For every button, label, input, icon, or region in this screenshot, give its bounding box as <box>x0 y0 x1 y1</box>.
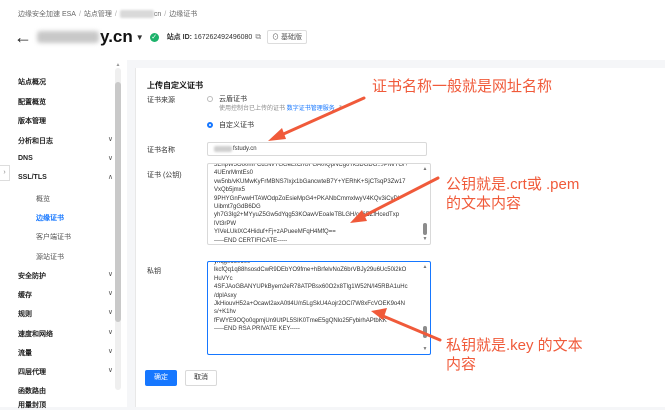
sidebar-item-dns[interactable]: DNS ∨ <box>18 155 113 162</box>
chevron-down-icon: ∨ <box>107 309 113 316</box>
radio-dot-selected[interactable] <box>207 122 213 128</box>
sidebar-item-label: SSL/TLS <box>18 174 47 181</box>
sidebar-item-function-routes[interactable]: 函数路由 <box>18 386 113 396</box>
breadcrumb-current: 边缘证书 <box>169 11 198 18</box>
private-key-text: yhqgeoo0600 lkcfQq1q88hsosdCwR9DEbYO9fme… <box>214 261 408 333</box>
top-header: 边缘安全加速 ESA / 站点管理 / cn / 边缘证书 ← y.cn ▼ ✓ 站点 ID… <box>0 0 665 60</box>
site-domain-suffix: y.cn <box>100 27 133 46</box>
sidebar-item-overview[interactable]: 站点概况 <box>18 77 113 87</box>
sidebar-item-label: 分析和日志 <box>18 138 53 145</box>
confirm-button[interactable]: 确定 <box>145 370 177 386</box>
certificate-name-input[interactable]: fstudy.cn <box>207 142 427 156</box>
blurred-site-domain <box>37 31 99 43</box>
breadcrumb: 边缘安全加速 ESA / 站点管理 / cn / 边缘证书 <box>18 10 198 19</box>
sidebar-item-label: 四层代理 <box>18 369 46 376</box>
certificate-source-hint: 使用控制台已上传的证书 数字证书管理服务 ↗ <box>219 103 342 112</box>
annotation-private-key-line2: 内容 <box>446 356 477 373</box>
chevron-up-icon: ∧ <box>107 174 113 181</box>
sidebar-item-label: 函数路由 <box>18 388 46 395</box>
chevron-down-icon: ∨ <box>107 271 113 278</box>
sidebar-item-label: 缓存 <box>18 292 32 299</box>
copy-icon[interactable]: ⧉ <box>255 32 261 42</box>
sidebar-item-traffic[interactable]: 流量 ∨ <box>18 348 113 358</box>
annotation-public-key-line1: 公钥就是.crt或 .pem <box>446 176 580 193</box>
sidebar-item-label: 规则 <box>18 311 32 318</box>
certificate-name-label: 证书名称 <box>147 147 175 154</box>
chevron-down-icon: ∨ <box>107 367 113 374</box>
sidebar-subitem-client-certificates[interactable]: 客户端证书 <box>36 232 71 242</box>
sidebar-item-label: 站点概况 <box>18 79 46 86</box>
breadcrumb-site-management[interactable]: 站点管理 <box>84 11 112 18</box>
sidebar-item-config-overview[interactable]: 配置概览 <box>18 97 113 107</box>
sidebar-item-usage-cap[interactable]: 用量封顶 <box>18 400 113 410</box>
section-title: 上传自定义证书 <box>147 81 203 90</box>
annotation-public-key-line2: 的文本内容 <box>446 195 522 212</box>
site-id-label: 站点 ID: <box>166 34 192 41</box>
sidebar-item-speed-network[interactable]: 速度和网络 ∨ <box>18 329 113 339</box>
textarea-scrollbar[interactable]: ▲ ▼ <box>422 166 428 242</box>
site-title-row: ← y.cn ▼ ✓ 站点 ID: 167262492496080 ⧉ ⊙ 基础… <box>14 27 307 47</box>
sidebar-item-label: 安全防护 <box>18 273 46 280</box>
certificate-public-key-label: 证书 (公钥) <box>147 172 182 179</box>
sidebar-item-label: 版本管理 <box>18 118 46 125</box>
sidebar-scroll-thumb[interactable] <box>115 82 121 322</box>
chevron-down-icon: ∨ <box>107 348 113 355</box>
sidebar-subitem-origin-certificates[interactable]: 源站证书 <box>36 252 64 262</box>
scroll-thumb[interactable] <box>423 326 427 338</box>
sidebar-item-analytics[interactable]: 分析和日志 ∨ <box>18 136 113 146</box>
annotation-private-key-line1: 私钥就是.key 的文本 <box>446 337 583 354</box>
sidebar-item-label: 配置概览 <box>18 99 46 106</box>
chevron-down-icon: ∨ <box>107 329 113 336</box>
site-id-value: 167262492496080 <box>193 34 253 41</box>
sidebar-item-label: DNS <box>18 155 33 162</box>
certificate-public-key-textarea[interactable]: 5EnpW5Oo0mFCdSWYGGeEtCnUFGA0fQpNCg6Tk5DG… <box>207 163 431 245</box>
certificate-text: 5EnpW5Oo0mFCdSWYGGeEtCnUFGA0fQpNCg6Tk5DG… <box>214 163 409 244</box>
annotation-certificate-name: 证书名称一般就是网址名称 <box>372 78 553 95</box>
plan-badge: ⊙ 基础版 <box>267 30 307 44</box>
cert-management-link[interactable]: 数字证书管理服务 <box>287 106 335 112</box>
sidebar-item-cache[interactable]: 缓存 ∨ <box>18 290 113 300</box>
sidebar-subitem-edge-certificates[interactable]: 边缘证书 <box>36 213 64 223</box>
sidebar-item-ssl-tls[interactable]: SSL/TLS ∧ <box>18 174 113 181</box>
sidebar-collapse-toggle[interactable]: › <box>0 165 10 181</box>
hint-text: 使用控制台已上传的证书 <box>219 106 286 112</box>
scroll-thumb[interactable] <box>423 223 427 235</box>
sidebar-scrollbar[interactable]: ▲ <box>115 62 121 390</box>
private-key-label: 私钥 <box>147 268 161 275</box>
sidebar-item-label: 用量封顶 <box>18 402 46 409</box>
check-circle-icon: ✓ <box>149 32 159 42</box>
blurred-name-prefix <box>214 146 232 152</box>
plan-label: 基础版 <box>281 34 302 41</box>
sidebar-item-layer4-proxy[interactable]: 四层代理 ∨ <box>18 367 113 377</box>
sidebar-item-rules[interactable]: 规则 ∨ <box>18 309 113 319</box>
site-switch-dropdown-icon[interactable]: ▼ <box>136 33 144 42</box>
textarea-scrollbar[interactable]: ▲ ▼ <box>422 264 428 352</box>
arrow-left-icon[interactable]: ← <box>14 28 32 46</box>
cancel-button[interactable]: 取消 <box>185 370 217 386</box>
certificate-name-value: fstudy.cn <box>233 146 257 152</box>
certificate-source-label: 证书来源 <box>147 97 175 104</box>
radio-dot[interactable] <box>207 96 213 102</box>
chevron-down-icon: ∨ <box>107 136 113 143</box>
radio-custom-certificate-label: 自定义证书 <box>219 122 254 129</box>
sidebar-item-version[interactable]: 版本管理 <box>18 116 113 126</box>
external-link-icon[interactable]: ↗ <box>336 106 342 112</box>
sidebar-subitem-overview[interactable]: 概览 <box>36 194 50 204</box>
sidebar-item-label: 流量 <box>18 350 32 357</box>
sidebar-item-label: 速度和网络 <box>18 331 53 338</box>
breadcrumb-root[interactable]: 边缘安全加速 ESA <box>18 11 76 18</box>
breadcrumb-site-suffix[interactable]: cn <box>154 11 161 18</box>
site-id: 站点 ID: 167262492496080 <box>167 32 253 42</box>
chevron-down-icon: ∨ <box>107 290 113 297</box>
radio-custom-certificate[interactable]: 自定义证书 <box>207 120 254 130</box>
chevron-down-icon: ∨ <box>107 155 113 162</box>
sidebar-item-security[interactable]: 安全防护 ∨ <box>18 271 113 281</box>
blurred-site-name <box>119 10 154 19</box>
private-key-textarea[interactable]: yhqgeoo0600 lkcfQq1q88hsosdCwR9DEbYO9fme… <box>207 261 431 355</box>
